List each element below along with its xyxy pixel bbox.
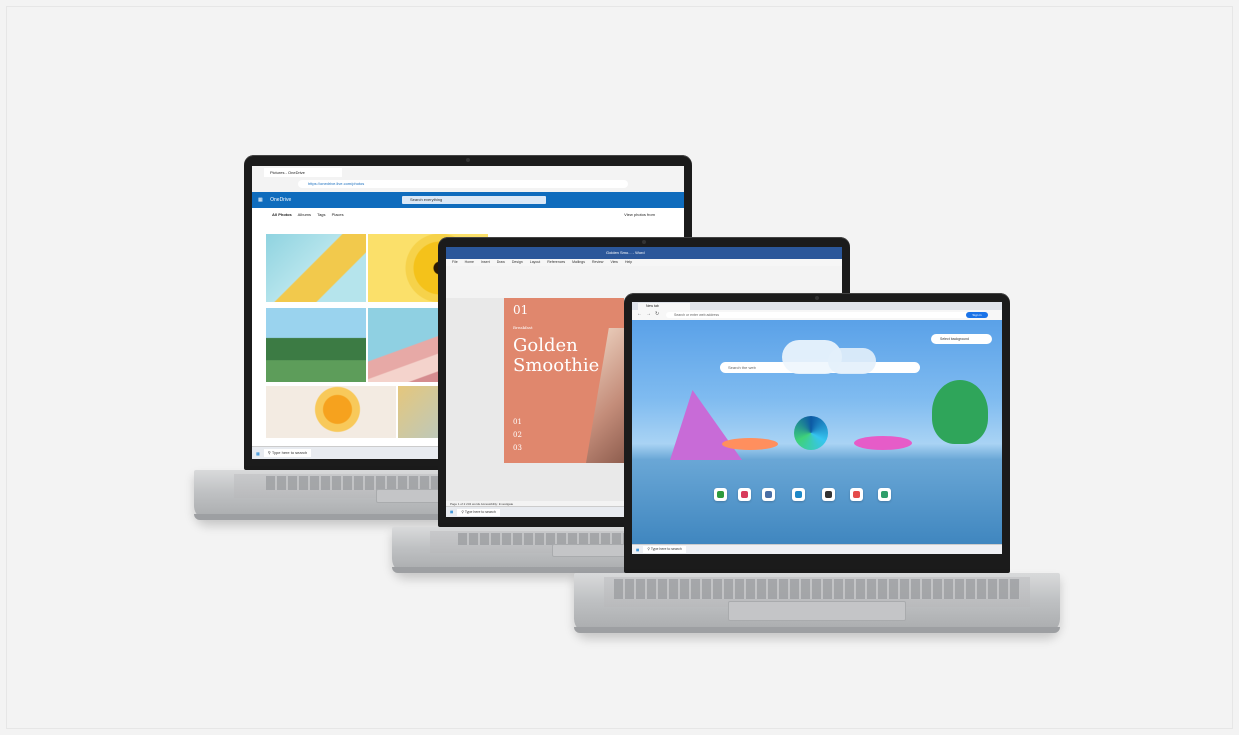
pink-mountain-illustration [670,390,742,460]
webcam [466,158,470,162]
site-icon [765,491,772,498]
background-button[interactable]: Select background [931,334,992,344]
word-title-bar: Golden Smo... - Word [446,247,842,259]
photo-tile-agave[interactable] [266,308,366,382]
address-bar[interactable]: Search or enter web address [666,312,970,318]
keyboard [614,579,1020,599]
start-icon[interactable]: ▦ [450,510,453,514]
photo-tile-pen[interactable] [266,234,366,302]
site-icon [795,491,802,498]
browser-tab[interactable]: Pictures - OneDrive [264,168,342,177]
app-name: OneDrive [270,197,292,203]
tab-design[interactable]: Design [512,260,523,264]
taskbar-search-label: Type here to search [650,547,682,552]
site-icon [741,491,748,498]
edge-logo-icon [794,416,828,450]
island-illustration [854,436,912,450]
site-icon [881,491,888,498]
tab-all-photos[interactable]: All Photos [272,212,292,217]
taskbar-search[interactable]: ⚲ Type here to search [643,546,686,553]
taskbar-search[interactable]: ⚲ Type here to search [263,448,312,458]
tab-help[interactable]: Help [625,260,632,264]
view-photos-dropdown[interactable]: View photos from [624,208,655,222]
tab-tags[interactable]: Tags [317,212,325,217]
quick-link[interactable] [878,488,891,501]
photo-tile-citrus[interactable] [266,386,396,438]
product-photo: Pictures - OneDrive https://onedrive.liv… [0,0,1239,735]
start-icon[interactable]: ▦ [636,548,639,552]
taskbar: ▦ ⚲ Type here to search [632,544,1002,554]
laptop-front-lid: New tab ← → ↻ Search or enter web addres… [624,293,1010,573]
document-title: Golden Smo... - Word [606,250,645,255]
edge-tab-bar: New tab [632,302,1002,310]
taskbar-search[interactable]: ⚲ Type here to search [457,508,500,516]
photos-nav: All Photos Albums Tags Places View photo… [252,208,684,222]
taskbar-search-label: Type here to search [464,510,496,514]
quick-link[interactable] [762,488,775,501]
quick-link[interactable] [822,488,835,501]
search-input[interactable]: Search everything [402,196,546,204]
new-tab-page: Select background Search the web [632,320,1002,545]
tab-home[interactable]: Home [465,260,474,264]
cloud-illustration [828,348,876,374]
tab-review[interactable]: Review [592,260,603,264]
quick-link[interactable] [714,488,727,501]
laptop-front-base [574,573,1060,633]
page-number: 01 [513,303,529,317]
page-heading-1: Golden [513,335,578,356]
ribbon-tabs: File Home Insert Draw Design Layout Refe… [446,259,842,266]
address-bar[interactable]: https://onedrive.live.com/photos [298,180,628,188]
refresh-icon[interactable]: ↻ [655,311,659,317]
sign-in-button[interactable]: Sign in [966,312,988,318]
taskbar-search-label: Type here to search [271,450,308,456]
quick-link[interactable] [792,488,805,501]
browser-chrome: Pictures - OneDrive https://onedrive.liv… [252,166,684,193]
site-icon [853,491,860,498]
tab-places[interactable]: Places [332,212,344,217]
tab-insert[interactable]: Insert [481,260,490,264]
tab-file[interactable]: File [452,260,458,264]
tab-draw[interactable]: Draw [497,260,505,264]
step-2: 02 [513,431,522,439]
page-subtitle: Breakfast [513,325,533,330]
quick-link[interactable] [850,488,863,501]
step-3: 03 [513,444,522,452]
waffle-icon[interactable]: ▦ [258,197,263,203]
back-icon[interactable]: ← [637,311,642,317]
tab-mailings[interactable]: Mailings [572,260,585,264]
onedrive-app-bar: ▦ OneDrive Search everything [252,192,684,208]
green-creature-illustration [932,380,988,444]
tab-view[interactable]: View [610,260,618,264]
webcam [815,296,819,300]
forward-icon[interactable]: → [646,311,651,317]
base-edge [574,627,1060,633]
tab-new[interactable]: New tab [638,303,690,310]
step-1: 01 [513,418,522,426]
quick-link[interactable] [738,488,751,501]
trackpad [728,601,906,621]
island-illustration [722,438,778,450]
site-icon [717,491,724,498]
laptop-front-screen: New tab ← → ↻ Search or enter web addres… [632,302,1002,554]
webcam [642,240,646,244]
site-icon [825,491,832,498]
tab-layout[interactable]: Layout [530,260,541,264]
tab-references[interactable]: References [547,260,565,264]
start-icon[interactable]: ▦ [256,451,260,456]
laptop-front: New tab ← → ↻ Search or enter web addres… [574,293,1060,638]
tab-albums[interactable]: Albums [298,212,311,217]
edge-toolbar: ← → ↻ Search or enter web address Sign i… [632,310,1002,320]
